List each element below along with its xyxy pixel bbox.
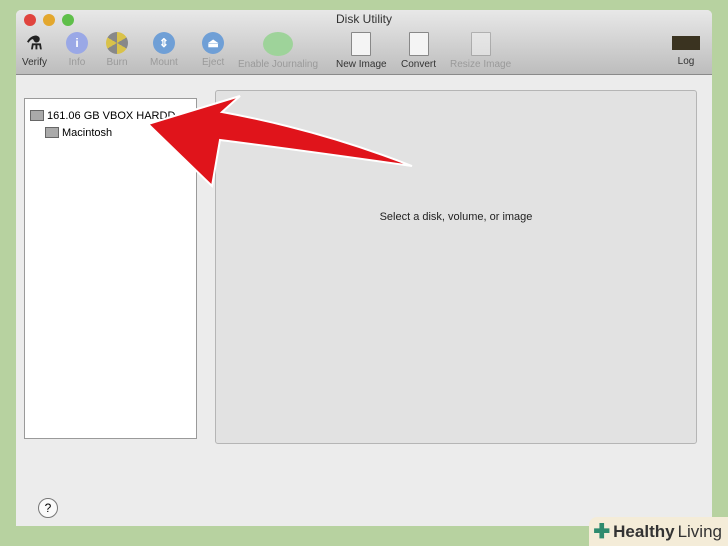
plus-logo-icon: ✚	[593, 521, 611, 543]
healthy-living-watermark: ✚ Healthy Living	[589, 517, 728, 546]
watermark-regular: Living	[677, 521, 722, 541]
watermark-bold: Healthy	[613, 521, 675, 541]
red-arrow-annotation	[146, 95, 413, 189]
